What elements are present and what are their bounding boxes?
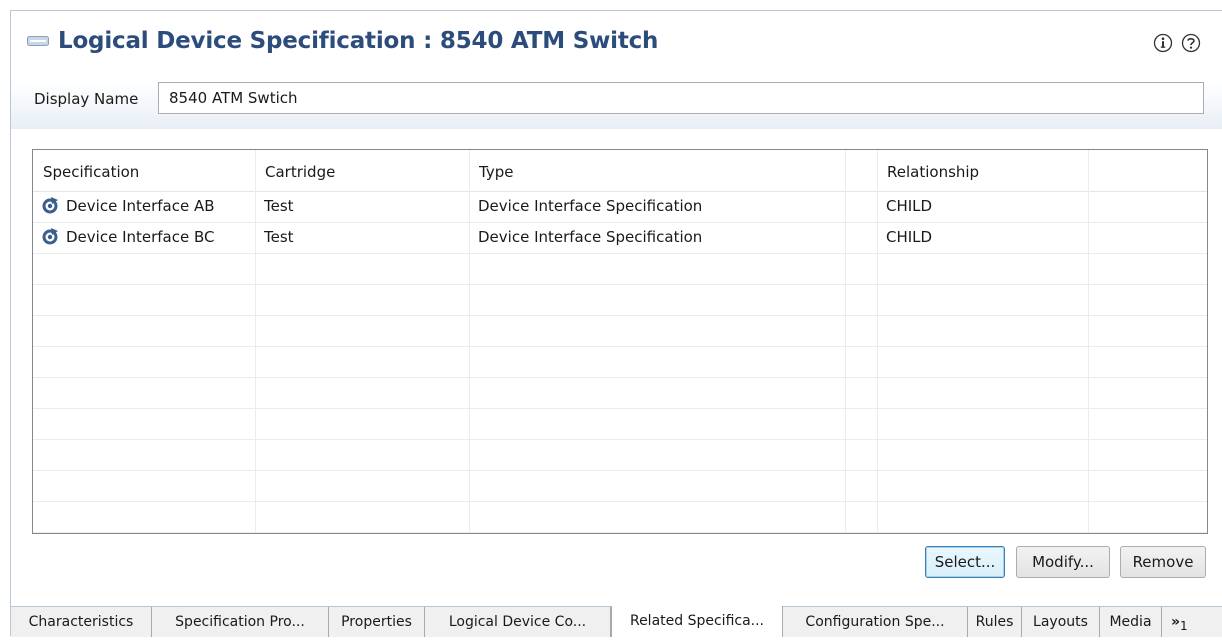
column-header-cartridge[interactable]: Cartridge [255, 150, 469, 191]
editor-tab-bar: Characteristics Specification Pro... Pro… [11, 606, 1222, 637]
select-button[interactable]: Select... [925, 546, 1005, 578]
empty-row [33, 284, 1207, 316]
empty-row [33, 501, 1207, 533]
device-interface-icon [42, 197, 58, 214]
column-separator [1088, 150, 1089, 533]
column-header-type[interactable]: Type [469, 150, 845, 191]
tab-characteristics[interactable]: Characteristics [11, 607, 152, 637]
tab-layouts[interactable]: Layouts [1022, 607, 1100, 637]
empty-row [33, 346, 1207, 378]
empty-row [33, 408, 1207, 440]
tab-configuration-specifications[interactable]: Configuration Spe... [783, 607, 968, 637]
question-circle-icon[interactable] [1181, 33, 1201, 53]
display-name-label: Display Name [34, 90, 139, 108]
display-name-input[interactable] [158, 82, 1204, 114]
tab-properties[interactable]: Properties [329, 607, 425, 637]
type-cell: Device Interface Specification [478, 197, 703, 215]
specification-cell: Device Interface BC [33, 222, 255, 253]
empty-row [33, 470, 1207, 502]
tabs-overflow-count: 1 [1180, 618, 1188, 633]
empty-row [33, 253, 1207, 285]
modify-button[interactable]: Modify... [1016, 546, 1110, 578]
column-header-filler [1088, 150, 1207, 191]
column-header-blank[interactable] [845, 150, 877, 191]
tab-related-specifications[interactable]: Related Specifica... [611, 606, 783, 637]
column-separator [255, 150, 256, 533]
table-row[interactable]: Device Interface BC Test Device Interfac… [33, 222, 1207, 254]
tabs-overflow-button[interactable]: »1 [1171, 607, 1188, 637]
remove-button[interactable]: Remove [1120, 546, 1206, 578]
table-header: Specification Cartridge Type Relationshi… [33, 150, 1207, 192]
editor-collapse-icon[interactable] [27, 36, 49, 46]
empty-row [33, 377, 1207, 409]
column-header-relationship[interactable]: Relationship [877, 150, 1088, 191]
device-interface-icon [42, 228, 58, 245]
column-header-specification[interactable]: Specification [33, 150, 255, 191]
cartridge-cell: Test [264, 228, 294, 246]
column-separator [469, 150, 470, 533]
type-cell: Device Interface Specification [478, 228, 703, 246]
page-title: Logical Device Specification : 8540 ATM … [58, 28, 659, 54]
info-circle-icon[interactable] [1153, 33, 1173, 53]
relationship-cell: CHILD [886, 228, 933, 246]
related-specifications-table: Specification Cartridge Type Relationshi… [32, 149, 1208, 534]
relationship-cell: CHILD [886, 197, 933, 215]
empty-row [33, 439, 1207, 471]
tab-specification-properties[interactable]: Specification Pro... [152, 607, 329, 637]
column-separator [845, 150, 846, 533]
empty-row [33, 315, 1207, 347]
tab-logical-device-configuration[interactable]: Logical Device Co... [425, 607, 611, 637]
tab-media[interactable]: Media [1100, 607, 1162, 637]
table-row[interactable]: Device Interface AB Test Device Interfac… [33, 191, 1207, 223]
specification-cell: Device Interface AB [33, 191, 255, 222]
column-separator [877, 150, 878, 533]
specification-name: Device Interface BC [66, 228, 215, 246]
chevron-double-right-icon: » [1171, 614, 1181, 630]
tab-rules[interactable]: Rules [968, 607, 1022, 637]
specification-name: Device Interface AB [66, 197, 215, 215]
cartridge-cell: Test [264, 197, 294, 215]
